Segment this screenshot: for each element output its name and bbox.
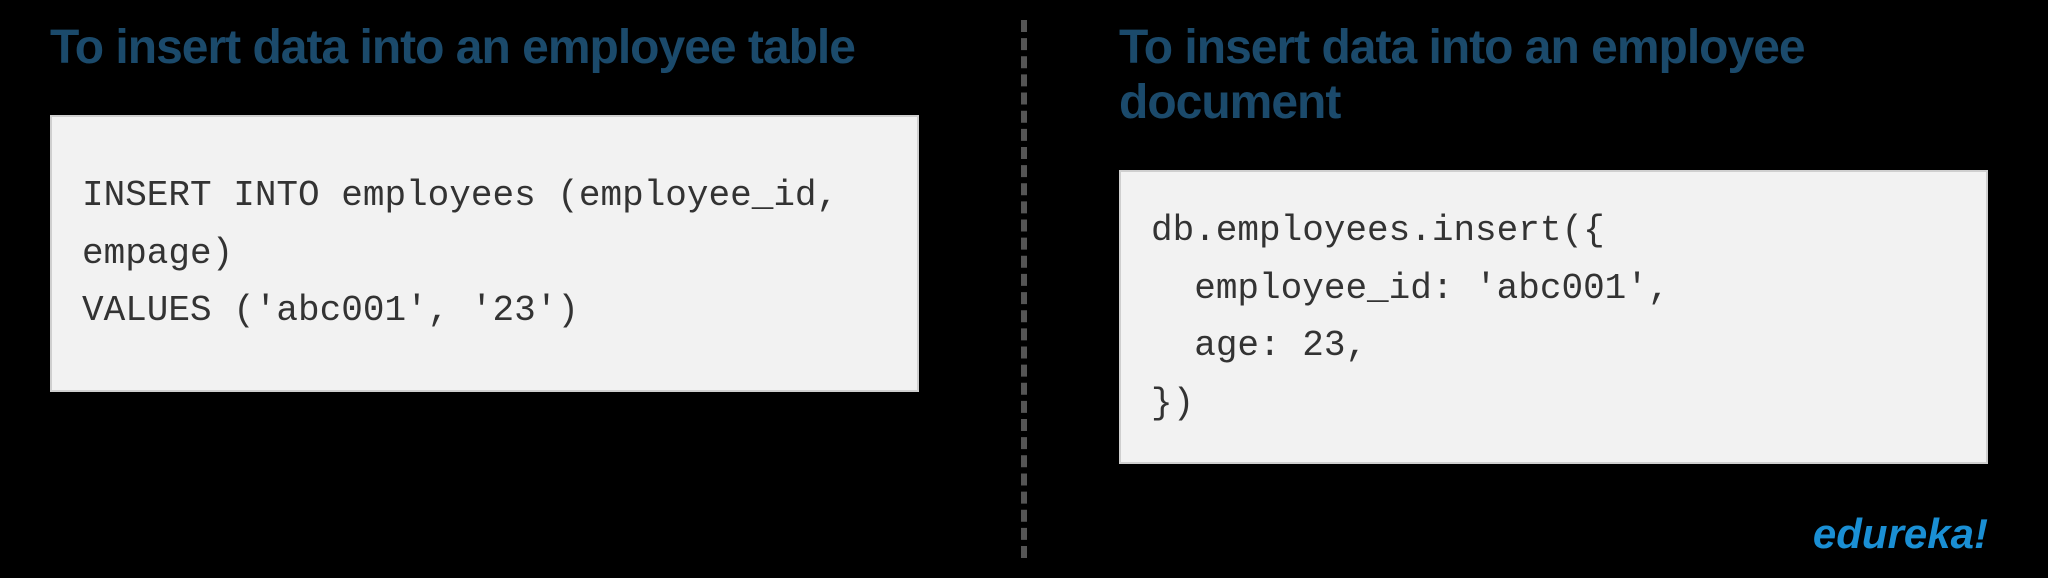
left-panel: To insert data into an employee table IN… <box>0 0 999 578</box>
right-code-block: db.employees.insert({ employee_id: 'abc0… <box>1119 170 1988 464</box>
right-panel: To insert data into an employee document… <box>999 0 2048 578</box>
left-heading: To insert data into an employee table <box>50 20 919 75</box>
right-heading: To insert data into an employee document <box>1119 20 1988 130</box>
brand-logo: edureka! <box>1813 510 1988 558</box>
vertical-divider <box>1021 20 1027 558</box>
left-code-block: INSERT INTO employees (employee_id, empa… <box>50 115 919 392</box>
comparison-container: To insert data into an employee table IN… <box>0 0 2048 578</box>
